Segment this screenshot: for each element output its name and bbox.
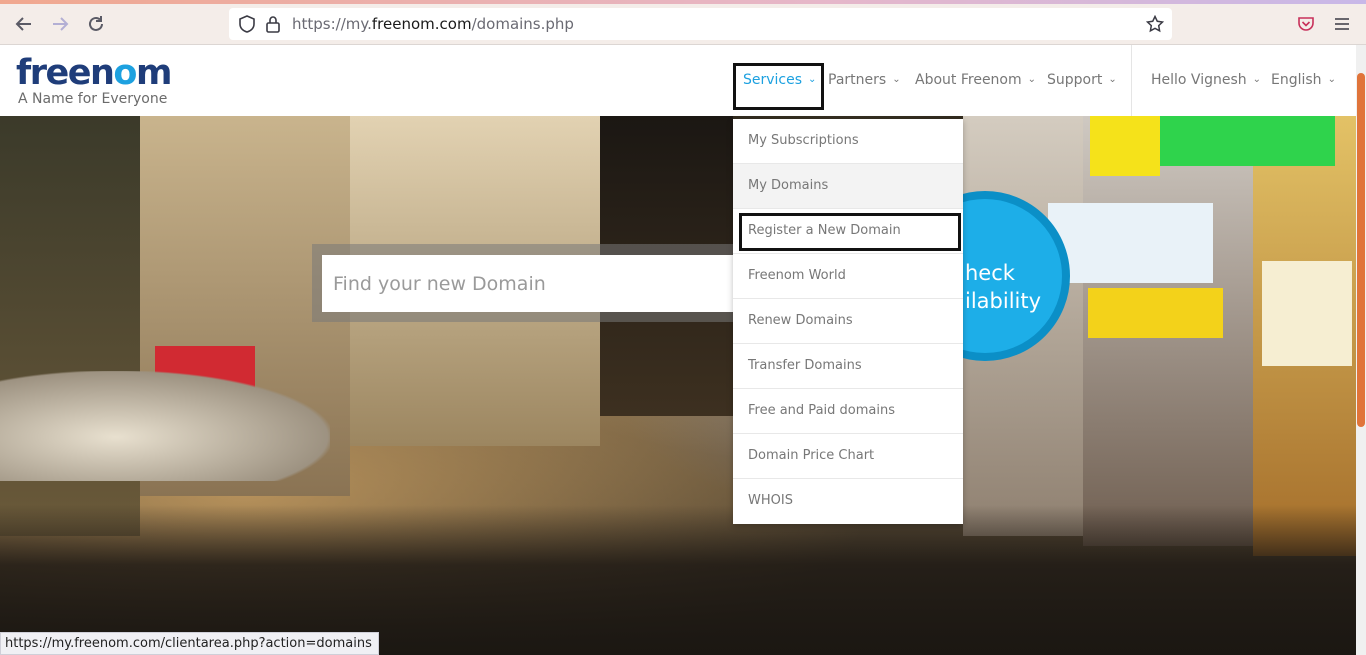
freenom-logo[interactable]: freenom <box>16 53 172 93</box>
umbrella-canopy <box>0 371 330 481</box>
shop-sign <box>1090 116 1160 176</box>
bookmark-star-icon[interactable] <box>1144 13 1166 35</box>
browser-toolbar: https://my.freenom.com/domains.php <box>0 0 1366 45</box>
menu-item-freenom-world[interactable]: Freenom World <box>733 254 963 299</box>
services-dropdown-menu: My Subscriptions My Domains Register a N… <box>733 119 963 524</box>
menu-item-whois[interactable]: WHOIS <box>733 479 963 524</box>
shop-sign <box>1262 261 1352 366</box>
shop-sign <box>1088 288 1223 338</box>
page-scrollbar[interactable] <box>1356 45 1366 655</box>
chevron-down-icon: ⌄ <box>1252 74 1262 85</box>
check-availability-label: heck ilability <box>965 259 1041 315</box>
menu-item-my-subscriptions[interactable]: My Subscriptions <box>733 119 963 164</box>
menu-item-renew-domains[interactable]: Renew Domains <box>733 299 963 344</box>
menu-item-domain-price-chart[interactable]: Domain Price Chart <box>733 434 963 479</box>
pocket-icon[interactable] <box>1295 13 1317 35</box>
shield-icon[interactable] <box>236 13 258 35</box>
scrollbar-thumb[interactable] <box>1357 73 1365 427</box>
shop-sign <box>1048 203 1213 283</box>
link-status-bar: https://my.freenom.com/clientarea.php?ac… <box>0 632 379 655</box>
hamburger-menu-icon[interactable] <box>1331 13 1353 35</box>
chevron-down-icon: ⌄ <box>1108 74 1117 85</box>
menu-item-my-domains[interactable]: My Domains <box>733 164 963 209</box>
hero-banner: heck ilability <box>0 116 1356 655</box>
lock-icon[interactable] <box>262 13 284 35</box>
site-header: freenom A Name for Everyone Services ⌄ Pa… <box>0 45 1356 116</box>
back-arrow-icon[interactable] <box>12 12 36 36</box>
chevron-down-icon: ⌄ <box>1327 74 1336 85</box>
menu-item-transfer-domains[interactable]: Transfer Domains <box>733 344 963 389</box>
address-bar[interactable]: https://my.freenom.com/domains.php <box>229 8 1172 40</box>
chevron-down-icon: ⌄ <box>892 74 901 85</box>
nav-user-menu[interactable]: Hello Vignesh ⌄ <box>1151 72 1261 88</box>
nav-divider <box>1131 45 1132 116</box>
check-label-line2: ilability <box>965 289 1042 313</box>
browser-accent-line <box>0 0 1366 4</box>
forward-arrow-icon[interactable] <box>48 12 72 36</box>
logo-tagline: A Name for Everyone <box>18 91 168 107</box>
nav-support[interactable]: Support ⌄ <box>1047 72 1117 88</box>
check-label-line1: heck <box>965 261 1015 285</box>
chevron-down-icon: ⌄ <box>1027 74 1037 85</box>
nav-language[interactable]: English ⌄ <box>1271 72 1336 88</box>
domain-search-container <box>312 244 772 322</box>
reload-icon[interactable] <box>84 12 108 36</box>
url-text[interactable]: https://my.freenom.com/domains.php <box>292 15 574 33</box>
nav-about[interactable]: About Freenom ⌄ <box>915 72 1036 88</box>
register-domain-highlight-box <box>739 213 961 251</box>
shop-sign <box>1160 116 1335 166</box>
services-highlight-box <box>733 63 824 110</box>
nav-partners[interactable]: Partners ⌄ <box>828 72 901 88</box>
menu-item-free-and-paid-domains[interactable]: Free and Paid domains <box>733 389 963 434</box>
domain-search-input[interactable] <box>322 255 752 312</box>
